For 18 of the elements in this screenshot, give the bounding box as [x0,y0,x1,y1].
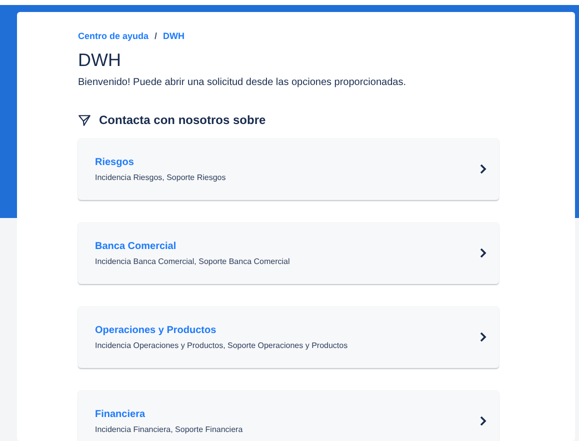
category-description: Incidencia Riesgos, Soporte Riesgos [95,172,226,182]
category-title: Banca Comercial [95,240,178,252]
category-card[interactable]: Operaciones y Productos Incidencia Operaciones y Productos, Soporte Operaciones y Productos [78,306,499,368]
category-description: Incidencia Banca Comercial, Soporte Banca Comercial [95,256,290,266]
category-title: Financiera [95,408,146,420]
section-heading: Contacta con nosotros sobre [99,113,266,127]
breadcrumb-link[interactable]: Centro de ayuda [78,31,149,41]
page-title: DWH [78,50,122,71]
category-card[interactable]: Banca Comercial Incidencia Banca Comercial, Soporte Banca Comercial [78,222,499,284]
breadcrumb-link[interactable]: DWH [163,31,185,41]
category-card[interactable]: Financiera Incidencia Financiera, Soporte Financiera [78,390,499,441]
category-title: Riesgos [95,156,135,168]
category-card[interactable]: Riesgos Incidencia Riesgos, Soporte Riesgos [78,138,499,200]
category-title: Operaciones y Productos [95,324,218,336]
category-description: Incidencia Operaciones y Productos, Soporte Operaciones y Productos [95,340,348,350]
category-description: Incidencia Financiera, Soporte Financiera [95,424,243,434]
breadcrumb-separator: / [154,31,158,41]
welcome-text: Bienvenido! Puede abrir una solicitud desde las opciones proporcionadas. [78,77,407,88]
